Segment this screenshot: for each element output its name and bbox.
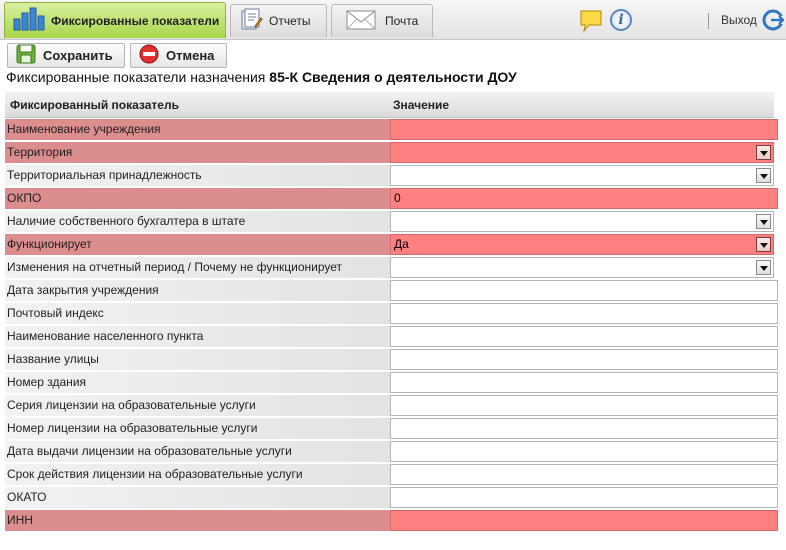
- table-row: Территория: [5, 142, 778, 163]
- value-input[interactable]: [390, 303, 778, 324]
- row-label: Дата закрытия учреждения: [5, 280, 390, 301]
- value-input[interactable]: [390, 418, 778, 439]
- value-input[interactable]: [390, 464, 778, 485]
- speech-bubble-icon[interactable]: [579, 9, 603, 38]
- tab-label: Фиксированные показатели: [51, 13, 220, 28]
- value-select[interactable]: Да: [390, 234, 774, 255]
- save-label: Сохранить: [43, 48, 113, 63]
- tab-label: Отчеты: [269, 14, 311, 28]
- tab-reports[interactable]: Отчеты: [230, 4, 327, 37]
- value-select[interactable]: [390, 257, 774, 278]
- bar-chart-icon: [13, 7, 45, 34]
- table-row: Название улицы: [5, 349, 778, 370]
- column-header-value: Значение: [393, 98, 450, 112]
- table-row: Номер лицензии на образовательные услуги: [5, 418, 778, 439]
- value-input[interactable]: [390, 487, 778, 508]
- row-label: Территория: [5, 142, 390, 163]
- table-row: Изменения на отчетный период / Почему не…: [5, 257, 778, 278]
- row-label: Срок действия лицензии на образовательны…: [5, 464, 390, 485]
- row-label: ИНН: [5, 510, 390, 531]
- cancel-label: Отмена: [166, 48, 215, 63]
- table-row: Наименование учреждения: [5, 119, 778, 140]
- tab-fixed-indicators[interactable]: Фиксированные показатели: [4, 2, 226, 38]
- row-label: Номер здания: [5, 372, 390, 393]
- row-label: Функционирует: [5, 234, 390, 255]
- table-row: Наименование населенного пункта: [5, 326, 778, 347]
- table-row: Дата закрытия учреждения: [5, 280, 778, 301]
- value-input[interactable]: 0: [390, 188, 778, 209]
- tab-mail[interactable]: Почта: [331, 4, 433, 37]
- chevron-down-icon[interactable]: [756, 145, 771, 160]
- value-input[interactable]: [390, 349, 778, 370]
- value-select[interactable]: [390, 165, 774, 186]
- page-title: Фиксированные показатели назначения 85-К…: [6, 69, 517, 85]
- value-input[interactable]: [390, 326, 778, 347]
- row-label: ОКПО: [5, 188, 390, 209]
- row-label: Наименование населенного пункта: [5, 326, 390, 347]
- exit-arrow-icon[interactable]: [762, 9, 785, 36]
- table-row: ИНН: [5, 510, 778, 531]
- table-row: Срок действия лицензии на образовательны…: [5, 464, 778, 485]
- chevron-down-icon[interactable]: [756, 214, 771, 229]
- chevron-down-icon[interactable]: [756, 237, 771, 252]
- page-title-prefix: Фиксированные показатели назначения: [6, 69, 266, 85]
- value-input[interactable]: [390, 372, 778, 393]
- table-row: Наличие собственного бухгалтера в штате: [5, 211, 778, 232]
- row-label: ОКАТО: [5, 487, 390, 508]
- table-row: Дата выдачи лицензии на образовательные …: [5, 441, 778, 462]
- info-icon[interactable]: i: [610, 9, 632, 31]
- row-label: Изменения на отчетный период / Почему не…: [5, 257, 390, 278]
- chevron-down-icon[interactable]: [756, 168, 771, 183]
- table-row: Территориальная принадлежность: [5, 165, 778, 186]
- row-label: Серия лицензии на образовательные услуги: [5, 395, 390, 416]
- row-label: Наличие собственного бухгалтера в штате: [5, 211, 390, 232]
- exit-link[interactable]: Выход: [721, 13, 757, 27]
- table-row: Номер здания: [5, 372, 778, 393]
- table-row: Почтовый индекс: [5, 303, 778, 324]
- save-button[interactable]: Сохранить: [7, 43, 125, 68]
- top-tab-bar: Фиксированные показатели Отчеты Почта i …: [0, 0, 786, 40]
- value-input[interactable]: [390, 280, 778, 301]
- row-label: Территориальная принадлежность: [5, 165, 390, 186]
- row-label: Название улицы: [5, 349, 390, 370]
- field-value: 0: [394, 191, 401, 205]
- row-label: Почтовый индекс: [5, 303, 390, 324]
- reports-icon: [241, 8, 263, 35]
- table-row: ОКПО 0: [5, 188, 778, 209]
- column-header-indicator: Фиксированный показатель: [10, 98, 179, 112]
- page-title-report: 85-К Сведения о деятельности ДОУ: [269, 69, 517, 85]
- value-select[interactable]: [390, 211, 774, 232]
- row-label: Дата выдачи лицензии на образовательные …: [5, 441, 390, 462]
- app-window: Фиксированные показатели Отчеты Почта i …: [0, 0, 786, 550]
- row-label: Номер лицензии на образовательные услуги: [5, 418, 390, 439]
- value-input[interactable]: [390, 395, 778, 416]
- cancel-button[interactable]: Отмена: [130, 43, 227, 68]
- value-input[interactable]: [390, 119, 778, 140]
- field-value: Да: [394, 237, 409, 251]
- value-select[interactable]: [390, 142, 774, 163]
- table-row: Функционирует Да: [5, 234, 778, 255]
- row-label: Наименование учреждения: [5, 119, 390, 140]
- table-row: ОКАТО: [5, 487, 778, 508]
- grid-header: Фиксированный показатель Значение: [5, 92, 774, 118]
- header-divider: [708, 13, 709, 29]
- mail-envelope-icon: [346, 9, 376, 34]
- tab-label: Почта: [385, 14, 419, 28]
- floppy-disk-icon: [16, 44, 36, 67]
- chevron-down-icon[interactable]: [756, 260, 771, 275]
- value-input[interactable]: [390, 510, 778, 531]
- table-row: Серия лицензии на образовательные услуги: [5, 395, 778, 416]
- value-input[interactable]: [390, 441, 778, 462]
- cancel-icon: [139, 44, 159, 67]
